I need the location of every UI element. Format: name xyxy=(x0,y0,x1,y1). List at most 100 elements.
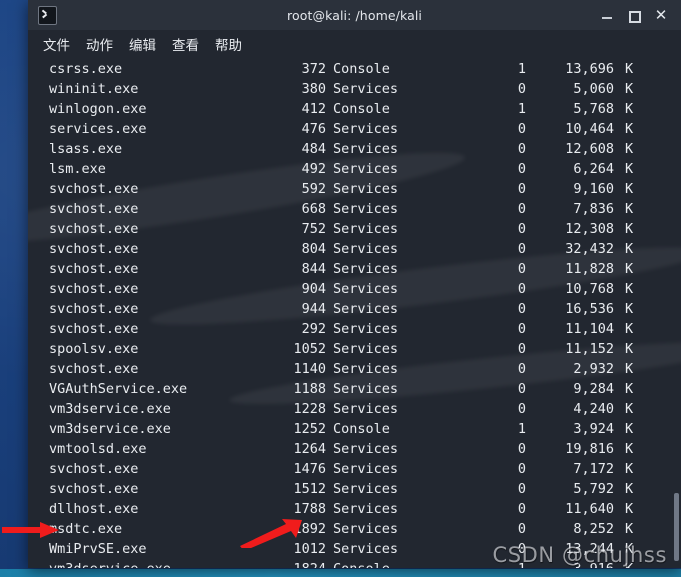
process-row: svchost.exe 668 Services 0 7,836 K xyxy=(28,199,681,219)
session-number: 0 xyxy=(517,241,526,257)
session-number: 1 xyxy=(517,101,526,117)
memory-usage: 5,060 xyxy=(573,81,614,97)
terminal-window[interactable]: root@kali: /home/kali ✕ 文件 动作 编辑 查看 帮助 c… xyxy=(28,0,681,568)
session-name: Console xyxy=(333,101,390,117)
annotation-arrow-diagonal xyxy=(240,519,302,548)
session-name: Services xyxy=(333,341,399,357)
memory-unit: K xyxy=(625,201,634,217)
process-name: dllhost.exe xyxy=(49,501,139,517)
window-title: root@kali: /home/kali xyxy=(287,7,422,23)
memory-unit: K xyxy=(625,401,634,417)
menu-help[interactable]: 帮助 xyxy=(208,31,249,57)
process-pid: 1140 xyxy=(293,361,326,377)
minimize-icon[interactable] xyxy=(600,8,614,22)
process-name: winlogon.exe xyxy=(49,101,147,117)
memory-usage: 9,284 xyxy=(573,381,614,397)
session-name: Services xyxy=(333,441,399,457)
process-row: vm3dservice.exe 1228 Services 0 4,240 K xyxy=(28,399,681,419)
process-pid: 380 xyxy=(301,81,326,97)
process-pid: 1228 xyxy=(293,401,326,417)
menu-view[interactable]: 查看 xyxy=(165,31,206,57)
session-number: 0 xyxy=(517,181,526,197)
session-number: 0 xyxy=(517,201,526,217)
menu-file[interactable]: 文件 xyxy=(36,31,77,57)
memory-unit: K xyxy=(625,241,634,257)
process-row: lsass.exe 484 Services 0 12,608 K xyxy=(28,139,681,159)
session-number: 0 xyxy=(517,281,526,297)
session-name: Services xyxy=(333,241,399,257)
taskbar[interactable] xyxy=(0,569,681,577)
process-pid: 1788 xyxy=(293,501,326,517)
menu-edit[interactable]: 编辑 xyxy=(122,31,163,57)
session-name: Console xyxy=(333,61,390,77)
close-icon[interactable]: ✕ xyxy=(654,8,668,23)
session-number: 0 xyxy=(517,261,526,277)
menu-actions[interactable]: 动作 xyxy=(79,31,120,57)
session-number: 0 xyxy=(517,321,526,337)
session-name: Services xyxy=(333,121,399,137)
process-pid: 1264 xyxy=(293,441,326,457)
memory-unit: K xyxy=(625,101,634,117)
session-name: Services xyxy=(333,261,399,277)
session-number: 0 xyxy=(517,481,526,497)
process-row: svchost.exe 844 Services 0 11,828 K xyxy=(28,259,681,279)
memory-unit: K xyxy=(625,381,634,397)
window-titlebar[interactable]: root@kali: /home/kali ✕ xyxy=(28,0,681,30)
memory-usage: 10,464 xyxy=(565,121,614,137)
scrollbar-thumb[interactable] xyxy=(674,493,679,561)
process-row: csrss.exe 372 Console 1 13,696 K xyxy=(28,59,681,79)
session-name: Services xyxy=(333,501,399,517)
session-name: Console xyxy=(333,421,390,437)
scrollbar[interactable] xyxy=(672,58,681,568)
session-name: Services xyxy=(333,401,399,417)
memory-usage: 19,816 xyxy=(565,441,614,457)
process-pid: 484 xyxy=(301,141,326,157)
session-name: Services xyxy=(333,81,399,97)
session-number: 0 xyxy=(517,521,526,537)
memory-usage: 8,252 xyxy=(573,521,614,537)
memory-usage: 16,536 xyxy=(565,301,614,317)
session-number: 1 xyxy=(517,421,526,437)
process-name: svchost.exe xyxy=(49,181,139,197)
session-number: 0 xyxy=(517,361,526,377)
process-pid: 292 xyxy=(301,321,326,337)
process-list: csrss.exe 372 Console 1 13,696 Kwininit.exe 38… xyxy=(28,58,681,568)
process-name: svchost.exe xyxy=(49,321,139,337)
maximize-icon[interactable] xyxy=(627,8,641,23)
memory-usage: 12,608 xyxy=(565,141,614,157)
memory-usage: 11,104 xyxy=(565,321,614,337)
terminal-output-area[interactable]: csrss.exe 372 Console 1 13,696 Kwininit.exe 38… xyxy=(28,58,681,568)
process-name: svchost.exe xyxy=(49,361,139,377)
memory-unit: K xyxy=(625,81,634,97)
process-name: services.exe xyxy=(49,121,147,137)
memory-unit: K xyxy=(625,321,634,337)
process-row: svchost.exe 592 Services 0 9,160 K xyxy=(28,179,681,199)
memory-unit: K xyxy=(625,121,634,137)
process-row: svchost.exe 1476 Services 0 7,172 K xyxy=(28,459,681,479)
process-name: vm3dservice.exe xyxy=(49,559,171,568)
process-row: svchost.exe 292 Services 0 11,104 K xyxy=(28,319,681,339)
session-number: 1 xyxy=(517,61,526,77)
session-number: 0 xyxy=(517,441,526,457)
process-row: winlogon.exe 412 Console 1 5,768 K xyxy=(28,99,681,119)
menu-bar[interactable]: 文件 动作 编辑 查看 帮助 xyxy=(28,30,681,58)
process-pid: 1476 xyxy=(293,461,326,477)
process-pid: 1052 xyxy=(293,341,326,357)
process-row: svchost.exe 1512 Services 0 5,792 K xyxy=(28,479,681,499)
process-name: lsass.exe xyxy=(49,141,123,157)
session-name: Services xyxy=(333,461,399,477)
process-pid: 804 xyxy=(301,241,326,257)
window-controls[interactable]: ✕ xyxy=(600,8,681,23)
process-row: lsm.exe 492 Services 0 6,264 K xyxy=(28,159,681,179)
session-name: Services xyxy=(333,521,399,537)
memory-usage: 2,932 xyxy=(573,361,614,377)
session-name: Services xyxy=(333,541,399,557)
process-pid: 592 xyxy=(301,181,326,197)
process-row: svchost.exe 1140 Services 0 2,932 K xyxy=(28,359,681,379)
process-pid: 1188 xyxy=(293,381,326,397)
memory-unit: K xyxy=(625,281,634,297)
process-row: VGAuthService.exe 1188 Services 0 9,284 K xyxy=(28,379,681,399)
process-name: svchost.exe xyxy=(49,221,139,237)
process-row: msdtc.exe 1892 Services 0 8,252 K xyxy=(28,519,681,539)
process-row: spoolsv.exe 1052 Services 0 11,152 K xyxy=(28,339,681,359)
